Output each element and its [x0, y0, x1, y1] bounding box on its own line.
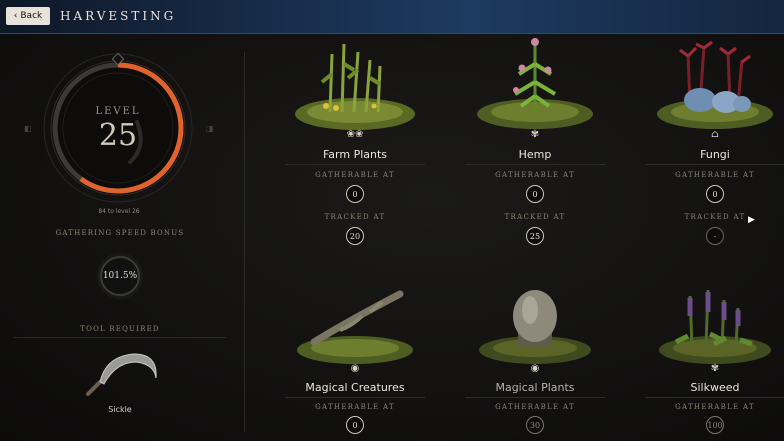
- gatherable-value: 0: [706, 185, 724, 203]
- card-name: Hemp: [518, 148, 552, 161]
- tracked-label: TRACKED AT: [504, 213, 566, 221]
- tracked-value-text: 20: [349, 231, 361, 241]
- card-divider: [465, 164, 605, 165]
- tool-divider: [14, 337, 226, 338]
- gatherable-label: GATHERABLE AT: [675, 171, 755, 179]
- tool-required-label: TOOL REQUIRED: [80, 325, 160, 333]
- farm-plants-image: [295, 43, 415, 130]
- leaf-pair-icon: ❀❀: [346, 129, 364, 140]
- top-bar: ‹ Back HARVESTING: [0, 0, 784, 34]
- creature-icon: ◉: [350, 363, 360, 374]
- tracked-value: 25: [526, 227, 544, 245]
- right-ornament-icon: ◨: [206, 124, 214, 133]
- speed-bonus-badge: 101.5%: [100, 256, 140, 296]
- gatherable-value-text: 100: [707, 420, 723, 430]
- main-area: ◧ ◨ LEVEL 25 84 to level 26 GATHERING SP…: [0, 34, 784, 441]
- gatherable-value-text: 0: [352, 420, 358, 430]
- gatherable-value: 100: [706, 416, 724, 434]
- silkweed-icon: ✾: [710, 363, 720, 374]
- card-name: Fungi: [700, 148, 730, 161]
- tracked-value: 20: [346, 227, 364, 245]
- gatherable-label: GATHERABLE AT: [315, 171, 395, 179]
- speed-bonus-value: 101.5%: [102, 271, 138, 281]
- card-silkweed[interactable]: ✾ Silkweed GATHERABLE AT 100: [630, 286, 784, 441]
- card-name: Farm Plants: [322, 148, 388, 161]
- card-divider: [465, 397, 605, 398]
- card-name: Magical Creatures: [305, 381, 405, 394]
- hemp-image: [477, 38, 593, 129]
- mushroom-icon: ⌂: [711, 129, 719, 140]
- gatherable-value: 0: [346, 185, 364, 203]
- card-fungi[interactable]: ⌂ Fungi GATHERABLE AT 0 TRACKED AT -: [630, 34, 784, 249]
- card-divider: [285, 397, 425, 398]
- hemp-leaf-icon: ✾: [530, 129, 540, 140]
- sickle-icon: [86, 353, 157, 396]
- card-magical-plants[interactable]: ◉ Magical Plants GATHERABLE AT 30: [450, 286, 620, 441]
- gatherable-label: GATHERABLE AT: [315, 403, 395, 411]
- gatherable-value-text: 0: [352, 189, 358, 199]
- fungi-image: [657, 40, 773, 129]
- tracked-value-text: -: [713, 231, 717, 241]
- card-magical-creatures[interactable]: ◉ Magical Creatures GATHERABLE AT 0: [270, 286, 440, 441]
- gatherable-label: GATHERABLE AT: [675, 403, 755, 411]
- level-value: 25: [98, 118, 138, 153]
- card-divider: [285, 164, 425, 165]
- gatherable-value: 30: [526, 416, 544, 434]
- gatherable-value: 0: [346, 416, 364, 434]
- level-label: LEVEL: [95, 106, 141, 117]
- card-farm-plants[interactable]: ❀❀ Farm Plants GATHERABLE AT 0 TRACKED A…: [270, 34, 440, 249]
- back-label: Back: [20, 11, 43, 21]
- left-ornament-icon: ◧: [24, 124, 32, 133]
- page-title: HARVESTING: [60, 9, 177, 23]
- tracked-value: -: [706, 227, 724, 245]
- gatherable-value: 0: [526, 185, 544, 203]
- level-panel: ◧ ◨ LEVEL 25 84 to level 26 GATHERING SP…: [0, 34, 240, 441]
- tracked-value-text: 25: [529, 231, 541, 241]
- card-hemp[interactable]: ✾ Hemp GATHERABLE AT 0 TRACKED AT 25: [450, 34, 620, 249]
- card-divider: [645, 397, 784, 398]
- tool-name: Sickle: [108, 405, 132, 414]
- gatherable-value-text: 0: [532, 189, 538, 199]
- tracked-label: TRACKED AT: [324, 213, 386, 221]
- chevron-left-icon: ‹: [13, 11, 18, 21]
- card-name: Silkweed: [690, 381, 740, 394]
- magic-plant-icon: ◉: [530, 363, 540, 374]
- card-divider: [645, 164, 784, 165]
- level-progress-text: 84 to level 26: [98, 208, 140, 215]
- speed-bonus-label: GATHERING SPEED BONUS: [55, 229, 185, 237]
- tracked-label: TRACKED AT: [684, 213, 746, 221]
- back-button[interactable]: ‹ Back: [6, 7, 50, 25]
- mouse-cursor-icon: ▶: [748, 215, 755, 225]
- gatherable-value-text: 0: [712, 189, 718, 199]
- gatherable-value-text: 30: [529, 420, 541, 430]
- gatherable-label: GATHERABLE AT: [495, 171, 575, 179]
- level-ring: LEVEL 25: [42, 52, 194, 204]
- card-name: Magical Plants: [495, 381, 575, 394]
- gatherable-label: GATHERABLE AT: [495, 403, 575, 411]
- panel-divider: [244, 52, 245, 432]
